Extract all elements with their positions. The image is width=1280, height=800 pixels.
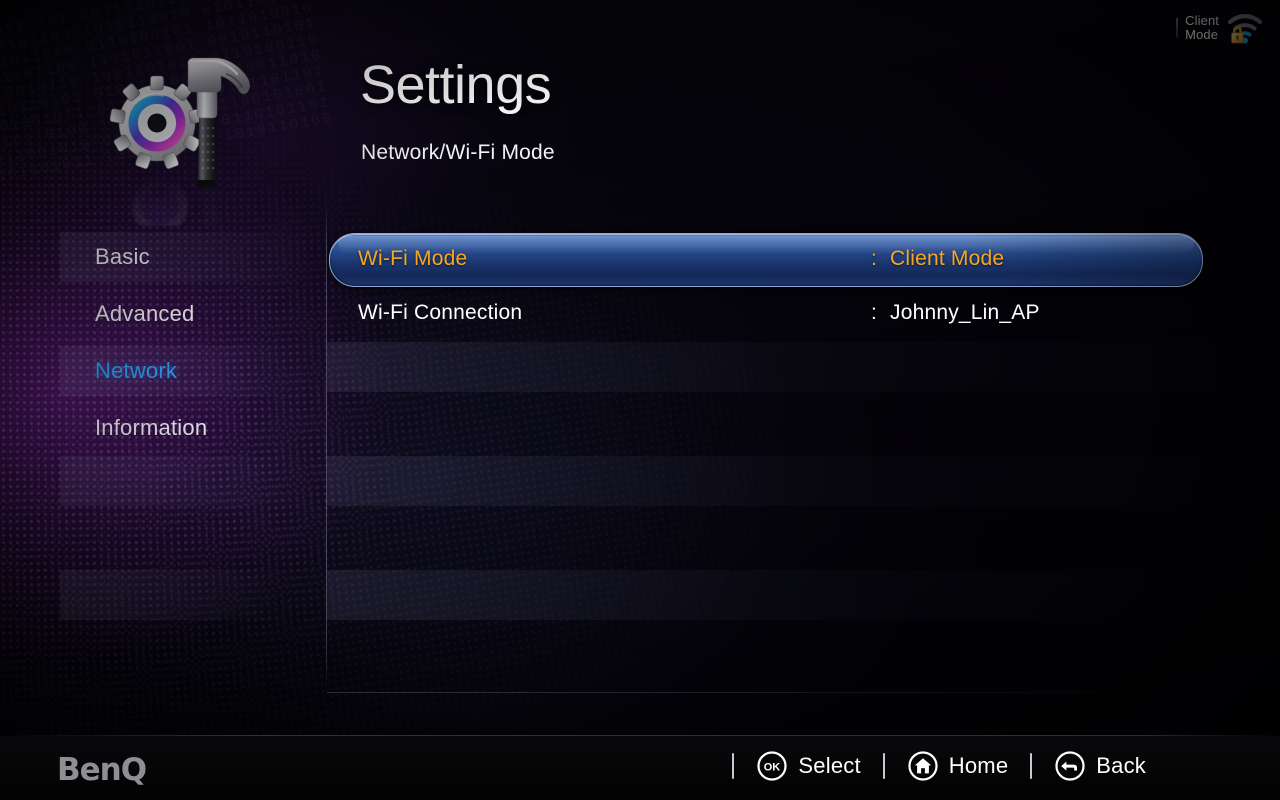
vignette-overlay	[0, 0, 1280, 800]
svg-text:OK: OK	[764, 762, 781, 774]
hint-select[interactable]: OK Select	[734, 750, 882, 782]
hint-label: Back	[1096, 753, 1146, 778]
footer-hints: OK Select Home Back	[732, 750, 1168, 782]
back-arrow-icon	[1054, 750, 1086, 782]
brand-logo: BenQ	[57, 752, 147, 788]
hint-label: Home	[948, 753, 1009, 778]
ok-button-icon: OK	[756, 750, 788, 782]
hint-back[interactable]: Back	[1032, 750, 1168, 782]
hint-label: Select	[798, 753, 861, 778]
osd-screen: 0100110101 0011010110 1101001011 0110101…	[0, 0, 1280, 800]
hint-home[interactable]: Home	[885, 750, 1031, 782]
home-icon	[907, 750, 939, 782]
